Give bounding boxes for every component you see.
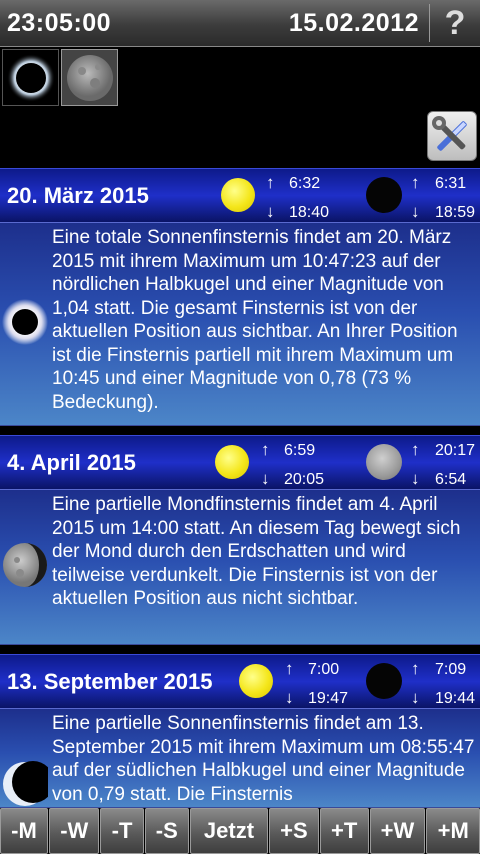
- top-bar: 23:05:00 15.02.2012 ?: [0, 0, 480, 47]
- entry-body: Eine partielle Mondfinsternis findet am …: [0, 489, 480, 645]
- entry-body: Eine partielle Sonnenfinsternis findet a…: [0, 708, 480, 808]
- solar-eclipse-filter-button[interactable]: [2, 49, 59, 106]
- sunset-time: 18:40: [289, 204, 330, 221]
- solar-eclipse-icon: [6, 53, 55, 102]
- entry-header: 20. März 2015 ↑ 6:32 ↓ 18:40 ↑ 6:31 ↓ 18…: [0, 168, 480, 222]
- rise-arrow-icon: ↑: [266, 173, 275, 192]
- eclipse-entry[interactable]: 4. April 2015 ↑ 6:59 ↓ 20:05 ↑ 20:17 ↓ 6…: [0, 435, 480, 645]
- sunset-time: 19:47: [308, 690, 349, 707]
- plus-day-button[interactable]: +T: [319, 808, 369, 854]
- minus-hour-button[interactable]: -S: [144, 808, 189, 854]
- entry-body: Eine totale Sonnenfinsternis findet am 2…: [0, 222, 480, 426]
- eclipse-type-selector: [2, 49, 118, 106]
- eclipse-entry[interactable]: 13. September 2015 ↑ 7:00 ↓ 19:47 ↑ 7:09…: [0, 654, 480, 808]
- current-date: 15.02.2012: [288, 8, 419, 37]
- entry-header: 13. September 2015 ↑ 7:00 ↓ 19:47 ↑ 7:09…: [0, 654, 480, 708]
- entry-description: Eine partielle Mondfinsternis findet am …: [52, 494, 461, 609]
- moonrise-time: 20:17: [435, 442, 476, 459]
- sun-icon: [215, 445, 249, 479]
- eclipse-entry[interactable]: 20. März 2015 ↑ 6:32 ↓ 18:40 ↑ 6:31 ↓ 18…: [0, 168, 480, 426]
- set-arrow-icon: ↓: [411, 469, 420, 488]
- set-arrow-icon: ↓: [266, 202, 275, 221]
- time-navigation-bar: -M -W -T -S Jetzt +S +T +W +M: [0, 808, 480, 854]
- wrench-screwdriver-icon: [432, 116, 467, 151]
- sunrise-time: 6:59: [284, 442, 316, 459]
- minus-week-button[interactable]: -W: [49, 808, 100, 854]
- sun-icon: [221, 178, 255, 212]
- moonset-time: 18:59: [435, 204, 476, 221]
- settings-button[interactable]: [427, 111, 477, 161]
- new-moon-icon: [366, 177, 402, 213]
- help-button[interactable]: ?: [430, 0, 480, 47]
- new-moon-icon: [366, 663, 402, 699]
- entry-description: Eine totale Sonnenfinsternis findet am 2…: [52, 227, 458, 413]
- moonset-time: 19:44: [435, 690, 476, 707]
- entry-date: 20. März 2015: [7, 183, 149, 208]
- clock-time: 23:05:00: [7, 8, 112, 37]
- rise-arrow-icon: ↑: [285, 659, 294, 678]
- set-arrow-icon: ↓: [411, 688, 420, 707]
- rise-arrow-icon: ↑: [411, 659, 420, 678]
- plus-week-button[interactable]: +W: [369, 808, 426, 854]
- lunar-eclipse-icon: [3, 543, 47, 587]
- set-arrow-icon: ↓: [261, 469, 270, 488]
- set-arrow-icon: ↓: [411, 202, 420, 221]
- rise-arrow-icon: ↑: [261, 440, 270, 459]
- rise-arrow-icon: ↑: [411, 173, 420, 192]
- lunar-eclipse-filter-button[interactable]: [61, 49, 118, 106]
- full-moon-icon: [366, 444, 402, 480]
- minus-day-button[interactable]: -T: [100, 808, 144, 854]
- minus-month-button[interactable]: -M: [0, 808, 49, 854]
- sun-icon: [239, 664, 273, 698]
- set-arrow-icon: ↓: [285, 688, 294, 707]
- moonset-time: 6:54: [435, 471, 467, 488]
- lunar-eclipse-icon: [66, 54, 113, 101]
- entry-date: 4. April 2015: [7, 450, 136, 475]
- entry-date: 13. September 2015: [7, 669, 213, 694]
- plus-month-button[interactable]: +M: [426, 808, 480, 854]
- sunset-time: 20:05: [284, 471, 325, 488]
- moonrise-time: 6:31: [435, 175, 467, 192]
- sunrise-time: 6:32: [289, 175, 321, 192]
- entry-description: Eine partielle Sonnenfinsternis findet a…: [52, 713, 475, 805]
- partial-solar-eclipse-icon: [3, 761, 48, 806]
- sunrise-time: 7:00: [308, 661, 340, 678]
- rise-arrow-icon: ↑: [411, 440, 420, 459]
- solar-eclipse-icon: [2, 299, 48, 345]
- now-button[interactable]: Jetzt: [189, 808, 268, 854]
- moonrise-time: 7:09: [435, 661, 467, 678]
- entry-header: 4. April 2015 ↑ 6:59 ↓ 20:05 ↑ 20:17 ↓ 6…: [0, 435, 480, 489]
- plus-hour-button[interactable]: +S: [268, 808, 319, 854]
